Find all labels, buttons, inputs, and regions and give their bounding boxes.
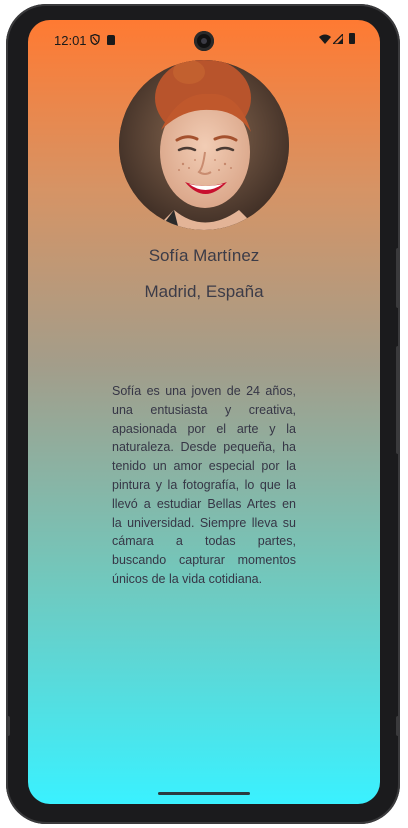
front-camera: [194, 31, 214, 51]
profile-bio: Sofía es una joven de 24 años, una entus…: [112, 384, 296, 586]
sd-card-icon: [107, 35, 115, 45]
home-indicator[interactable]: [158, 792, 250, 795]
signal-icon: [333, 34, 343, 44]
power-button: [396, 248, 400, 308]
profile-name: Sofía Martínez: [148, 246, 260, 265]
app-screen: 12:01 Sofía Martínez Madrid, España Sofí…: [28, 20, 380, 804]
profile-location: Madrid, España: [144, 282, 264, 301]
shield-icon: [90, 34, 100, 45]
wifi-icon: [319, 34, 331, 44]
left-side-button: [6, 716, 10, 736]
avatar: [119, 60, 289, 230]
battery-icon: [349, 33, 355, 44]
side-button: [396, 716, 400, 736]
volume-button: [396, 346, 400, 454]
avatar-photo: [119, 60, 289, 230]
status-time: 12:01: [54, 33, 87, 48]
